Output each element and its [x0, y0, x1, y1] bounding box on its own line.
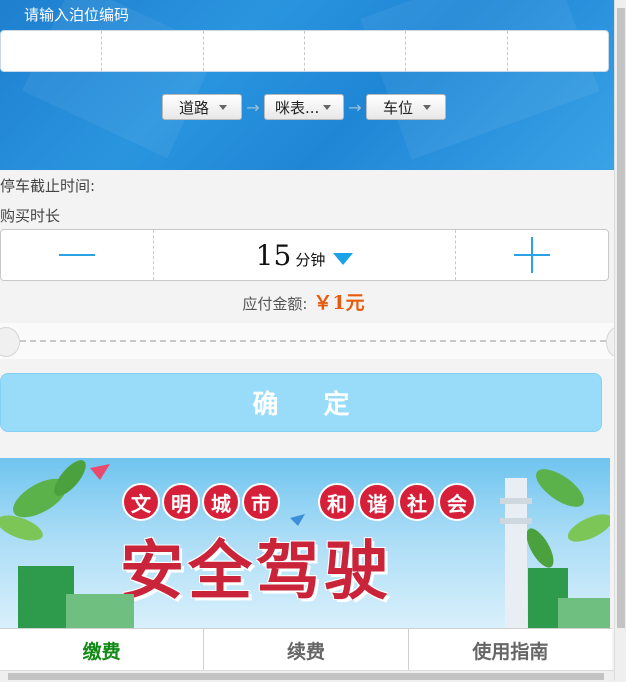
chevron-down-icon [323, 104, 332, 110]
building-shape [558, 598, 610, 628]
road-select-label: 道路 [179, 98, 210, 117]
slogan-char: 社 [398, 483, 436, 521]
caret-down-icon[interactable] [333, 253, 354, 265]
meter-select[interactable]: 咪表... [264, 94, 344, 120]
slogan-char: 文 [122, 483, 160, 521]
slogan-char: 谐 [358, 483, 396, 521]
scrollbar-thumb[interactable] [617, 8, 625, 628]
tab-guide[interactable]: 使用指南 [409, 629, 612, 671]
duration-value: 15 [255, 238, 292, 272]
meter-select-label: 咪表... [275, 98, 320, 117]
space-select[interactable]: 车位 [366, 94, 446, 120]
tab-pay[interactable]: 缴费 [0, 629, 205, 671]
chevron-down-icon [219, 104, 228, 110]
code-cell[interactable] [406, 31, 508, 71]
bottom-tabbar: 缴费 续费 使用指南 [0, 628, 612, 671]
code-cell[interactable] [1, 31, 103, 71]
vertical-scrollbar[interactable] [614, 0, 626, 681]
location-selectors: 道路 → 咪表... → 车位 [162, 94, 446, 120]
banner-headline: 安全驾驶 [120, 534, 392, 609]
minus-icon [59, 254, 95, 256]
buy-duration-label: 购买时长 [0, 207, 61, 225]
payment-value: ￥1元 [313, 292, 365, 314]
tab-renew[interactable]: 续费 [204, 629, 409, 671]
confirm-button[interactable]: 确 定 [0, 373, 602, 432]
slider-track [10, 340, 606, 342]
header-title: 请输入泊位编码 [24, 6, 130, 24]
slider-handle[interactable] [0, 327, 20, 357]
scrollbar-thumb[interactable] [8, 673, 604, 680]
slogan-char: 市 [242, 483, 280, 521]
chevron-down-icon [423, 104, 432, 110]
horizontal-scrollbar[interactable] [0, 670, 614, 682]
code-cell[interactable] [305, 31, 407, 71]
slogan-char: 城 [202, 483, 240, 521]
promo-banner[interactable]: 文 明 城 市 和 谐 社 会 安全驾驶 [0, 458, 610, 628]
code-cell[interactable] [102, 31, 204, 71]
payment-amount: 应付金额: ￥1元 [0, 288, 607, 315]
slider[interactable] [0, 323, 626, 359]
code-cell[interactable] [508, 31, 608, 71]
duration-stepper: 15 分钟 [0, 229, 609, 281]
building-shape [66, 594, 134, 628]
duration-unit: 分钟 [295, 250, 326, 269]
slogan-char: 明 [162, 483, 200, 521]
slogan-char: 会 [438, 483, 476, 521]
road-select[interactable]: 道路 [162, 94, 242, 120]
space-select-label: 车位 [383, 98, 414, 117]
arrow-right-icon: → [348, 97, 362, 117]
arrow-right-icon: → [246, 97, 260, 117]
berth-code-input[interactable] [0, 30, 609, 72]
duration-select[interactable]: 15 分钟 [153, 230, 456, 280]
header-pattern [360, 0, 600, 160]
payment-label: 应付金额: [242, 295, 308, 313]
header-panel: 请输入泊位编码 道路 → 咪表... → 车位 [0, 0, 614, 170]
deadline-label: 停车截止时间: [0, 177, 96, 195]
plus-icon [514, 237, 550, 273]
increase-button[interactable] [456, 230, 608, 280]
slogan-char: 和 [318, 483, 356, 521]
decrease-button[interactable] [1, 230, 153, 280]
code-cell[interactable] [204, 31, 305, 71]
